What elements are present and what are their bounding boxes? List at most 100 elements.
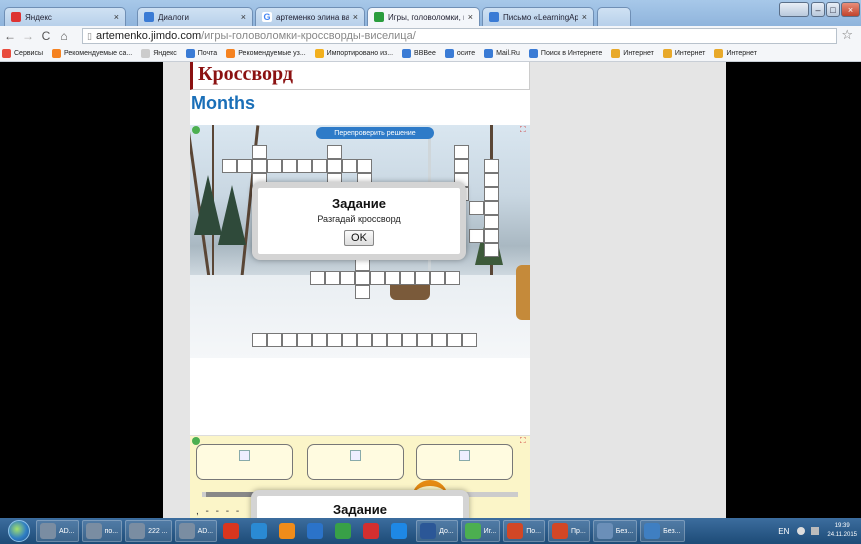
crossword-cell[interactable] <box>447 333 462 347</box>
crossword-cell[interactable] <box>484 173 499 187</box>
crossword-cell[interactable] <box>484 187 499 201</box>
bookmark-item[interactable]: Рекомендуемые уз... <box>226 49 306 58</box>
crossword-cell[interactable] <box>342 333 357 347</box>
taskbar-item[interactable]: Пр... <box>548 520 590 542</box>
crossword-cell[interactable] <box>484 215 499 229</box>
crossword-cell[interactable] <box>445 271 460 285</box>
crossword-cell[interactable] <box>297 159 312 173</box>
crossword-cell[interactable] <box>387 333 402 347</box>
crossword-app[interactable]: Перепроверить решение ⛶ Задание Разгадай… <box>190 125 530 358</box>
close-icon[interactable]: × <box>353 12 358 22</box>
volume-icon[interactable] <box>811 527 820 535</box>
crossword-cell[interactable] <box>385 271 400 285</box>
taskbar-item[interactable]: Без... <box>592 520 638 542</box>
taskbar-item[interactable]: По... <box>503 520 546 542</box>
crossword-cell[interactable] <box>484 201 499 215</box>
bookmark-item[interactable]: Рекомендуемые са... <box>52 49 132 58</box>
crossword-cell[interactable] <box>355 271 370 285</box>
language-indicator[interactable]: EN <box>778 527 789 536</box>
minimize-button[interactable]: – <box>811 2 825 17</box>
maximize-button[interactable]: □ <box>826 2 840 17</box>
fullscreen-icon[interactable]: ⛶ <box>520 126 528 134</box>
crossword-cell[interactable] <box>484 159 499 173</box>
crossword-cell[interactable] <box>310 271 325 285</box>
crossword-cell[interactable] <box>372 333 387 347</box>
taskbar-item[interactable] <box>276 520 301 542</box>
start-button[interactable] <box>8 520 30 542</box>
taskbar-item[interactable] <box>248 520 273 542</box>
address-bar[interactable]: ▯ artemenko.jimdo.com/игры-головоломки-к… <box>82 28 837 44</box>
bookmark-item[interactable]: BBBee <box>402 49 436 58</box>
recheck-solution-button[interactable]: Перепроверить решение <box>316 127 434 139</box>
new-tab-button[interactable] <box>597 7 631 26</box>
close-icon[interactable]: × <box>582 12 587 22</box>
crossword-cell[interactable] <box>417 333 432 347</box>
bookmark-item[interactable]: Яндекс <box>141 49 177 58</box>
taskbar-item[interactable] <box>360 520 385 542</box>
crossword-cell[interactable] <box>312 159 327 173</box>
crossword-cell[interactable] <box>432 333 447 347</box>
taskbar-item[interactable]: 222 ... <box>125 520 172 542</box>
taskbar-item[interactable] <box>388 520 413 542</box>
crossword-cell[interactable] <box>325 271 340 285</box>
crossword-cell[interactable] <box>252 159 267 173</box>
crossword-cell[interactable] <box>370 271 385 285</box>
crossword-cell[interactable] <box>454 145 469 159</box>
crossword-cell[interactable] <box>342 159 357 173</box>
crossword-cell[interactable] <box>484 243 499 257</box>
tab-google[interactable]: G артеменко элина валенти × <box>255 7 365 26</box>
tab-jimdo-active[interactable]: Игры, головоломки, крос × <box>367 7 480 26</box>
matching-app[interactable]: ⛶ , - - - - Задание <box>190 435 530 518</box>
ok-button[interactable]: OK <box>344 230 374 246</box>
clock[interactable]: 19:39 24.11.2015 <box>827 522 857 540</box>
taskbar-item[interactable]: Без... <box>640 520 685 542</box>
close-icon[interactable]: × <box>114 12 119 22</box>
crossword-cell[interactable] <box>462 333 477 347</box>
taskbar-item[interactable] <box>304 520 329 542</box>
close-window-button[interactable]: × <box>841 2 860 17</box>
forward-icon[interactable]: → <box>20 28 36 44</box>
crossword-cell[interactable] <box>267 333 282 347</box>
crossword-cell[interactable] <box>312 333 327 347</box>
taskbar-item[interactable] <box>332 520 357 542</box>
tab-dialogs[interactable]: Диалоги × <box>137 7 253 26</box>
user-button[interactable] <box>779 2 809 17</box>
crossword-cell[interactable] <box>297 333 312 347</box>
crossword-cell[interactable] <box>469 201 484 215</box>
fullscreen-icon[interactable]: ⛶ <box>520 437 528 445</box>
reload-icon[interactable]: C <box>38 28 54 44</box>
close-icon[interactable]: × <box>241 12 246 22</box>
taskbar-item[interactable]: по... <box>81 520 123 542</box>
close-icon[interactable]: × <box>468 12 473 22</box>
crossword-cell[interactable] <box>484 229 499 243</box>
crossword-cell[interactable] <box>237 159 252 173</box>
crossword-cell[interactable] <box>327 333 342 347</box>
bookmark-item[interactable]: Интернет <box>714 49 757 58</box>
crossword-cell[interactable] <box>252 333 267 347</box>
bookmark-item[interactable]: Почта <box>185 49 217 58</box>
bookmark-item[interactable]: Интернет <box>611 49 654 58</box>
crossword-cell[interactable] <box>400 271 415 285</box>
crossword-cell[interactable] <box>267 159 282 173</box>
crossword-cell[interactable] <box>282 159 297 173</box>
crossword-cell[interactable] <box>469 229 484 243</box>
match-card[interactable] <box>416 444 513 480</box>
crossword-cell[interactable] <box>282 333 297 347</box>
tab-mail[interactable]: Письмо «LearningApps.o × <box>482 7 594 26</box>
crossword-cell[interactable] <box>357 159 372 173</box>
taskbar-item[interactable]: AD... <box>174 520 218 542</box>
taskbar-item[interactable]: AD... <box>36 520 79 542</box>
crossword-cell[interactable] <box>357 333 372 347</box>
home-icon[interactable]: ⌂ <box>56 28 72 44</box>
bookmark-item[interactable]: Сервисы <box>2 49 43 58</box>
crossword-cell[interactable] <box>402 333 417 347</box>
crossword-cell[interactable] <box>355 285 370 299</box>
crossword-cell[interactable] <box>340 271 355 285</box>
bookmark-star-icon[interactable]: ☆ <box>841 27 853 43</box>
bookmark-item[interactable]: Интернет <box>662 49 705 58</box>
match-card[interactable] <box>196 444 293 480</box>
network-icon[interactable] <box>797 527 806 535</box>
crossword-cell[interactable] <box>327 159 342 173</box>
tab-yandex[interactable]: Яндекс × <box>4 7 126 26</box>
crossword-cell[interactable] <box>454 159 469 173</box>
